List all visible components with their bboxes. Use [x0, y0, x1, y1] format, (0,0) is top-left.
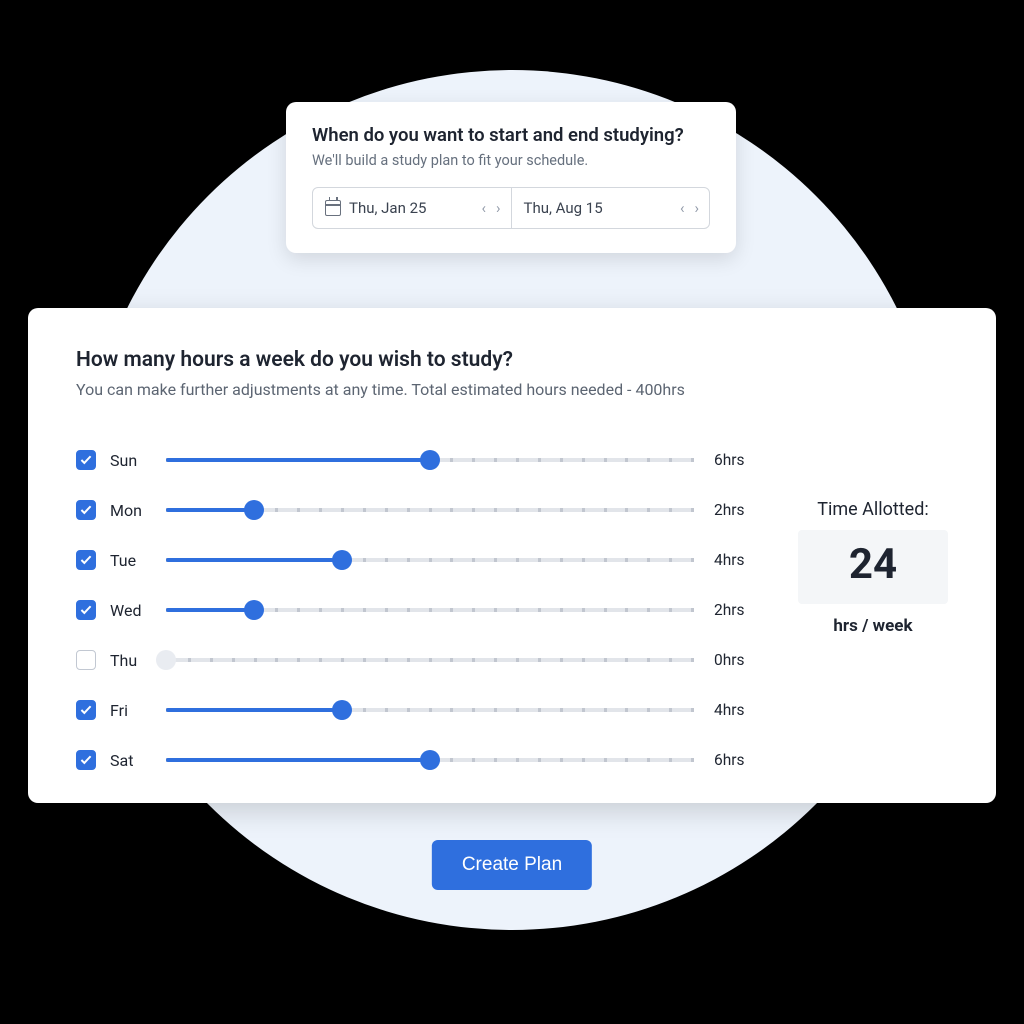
day-label: Wed — [110, 601, 166, 620]
slider-thumb[interactable] — [332, 550, 352, 570]
hours-value: 4hrs — [714, 701, 764, 719]
allotted-unit: hrs / week — [798, 616, 948, 636]
start-date-field[interactable]: Thu, Jan 25 ‹ › — [313, 188, 512, 228]
allotted-box: 24 — [798, 530, 948, 604]
hours-value: 4hrs — [714, 551, 764, 569]
slider-thumb[interactable] — [420, 450, 440, 470]
day-label: Tue — [110, 551, 166, 570]
slider-thumb[interactable] — [244, 600, 264, 620]
day-label: Sat — [110, 751, 166, 770]
end-date-field[interactable]: Thu, Aug 15 ‹ › — [512, 188, 710, 228]
date-range-picker: Thu, Jan 25 ‹ › Thu, Aug 15 ‹ › — [312, 187, 710, 229]
day-checkbox[interactable] — [76, 650, 96, 670]
study-dates-card: When do you want to start and end studyi… — [286, 102, 736, 253]
day-row: Sun 6hrs — [76, 435, 764, 485]
day-row: Sat 6hrs — [76, 735, 764, 785]
end-date-label: Thu, Aug 15 — [524, 199, 672, 217]
slider-thumb[interactable] — [420, 750, 440, 770]
day-checkbox[interactable] — [76, 450, 96, 470]
slider-thumb[interactable] — [156, 650, 176, 670]
day-checkbox[interactable] — [76, 750, 96, 770]
allotted-title: Time Allotted: — [798, 499, 948, 520]
hours-value: 6hrs — [714, 451, 764, 469]
dates-subtitle: We'll build a study plan to fit your sch… — [312, 152, 710, 169]
hours-slider[interactable] — [166, 600, 694, 620]
days-list: Sun 6hrs Mon 2hrs Tue 4hrs Wed 2hrs Thu0hrs Fri 4h… — [76, 435, 764, 785]
day-checkbox[interactable] — [76, 550, 96, 570]
slider-thumb[interactable] — [332, 700, 352, 720]
day-row: Tue 4hrs — [76, 535, 764, 585]
end-date-next-icon[interactable]: › — [694, 201, 699, 216]
day-label: Sun — [110, 451, 166, 470]
hours-value: 6hrs — [714, 751, 764, 769]
day-row: Mon 2hrs — [76, 485, 764, 535]
day-checkbox[interactable] — [76, 600, 96, 620]
study-hours-card: How many hours a week do you wish to stu… — [28, 308, 996, 803]
calendar-icon — [325, 200, 341, 216]
hours-value: 2hrs — [714, 501, 764, 519]
hours-slider[interactable] — [166, 700, 694, 720]
day-label: Mon — [110, 501, 166, 520]
hours-subtitle: You can make further adjustments at any … — [76, 380, 948, 399]
create-plan-button[interactable]: Create Plan — [432, 840, 592, 890]
end-date-prev-icon[interactable]: ‹ — [680, 201, 685, 216]
day-row: Thu0hrs — [76, 635, 764, 685]
day-label: Fri — [110, 701, 166, 720]
day-row: Wed 2hrs — [76, 585, 764, 635]
hours-slider[interactable] — [166, 550, 694, 570]
hours-value: 0hrs — [714, 651, 764, 669]
start-date-next-icon[interactable]: › — [496, 201, 501, 216]
day-checkbox[interactable] — [76, 500, 96, 520]
time-allotted-panel: Time Allotted: 24 hrs / week — [798, 435, 948, 636]
allotted-value: 24 — [808, 544, 938, 586]
hours-slider[interactable] — [166, 500, 694, 520]
hours-value: 2hrs — [714, 601, 764, 619]
hours-title: How many hours a week do you wish to stu… — [76, 348, 948, 372]
hours-slider[interactable] — [166, 450, 694, 470]
hours-slider[interactable] — [166, 750, 694, 770]
start-date-prev-icon[interactable]: ‹ — [481, 201, 486, 216]
day-checkbox[interactable] — [76, 700, 96, 720]
day-row: Fri 4hrs — [76, 685, 764, 735]
hours-slider[interactable] — [166, 650, 694, 670]
start-date-label: Thu, Jan 25 — [349, 199, 473, 217]
dates-title: When do you want to start and end studyi… — [312, 124, 710, 146]
slider-thumb[interactable] — [244, 500, 264, 520]
